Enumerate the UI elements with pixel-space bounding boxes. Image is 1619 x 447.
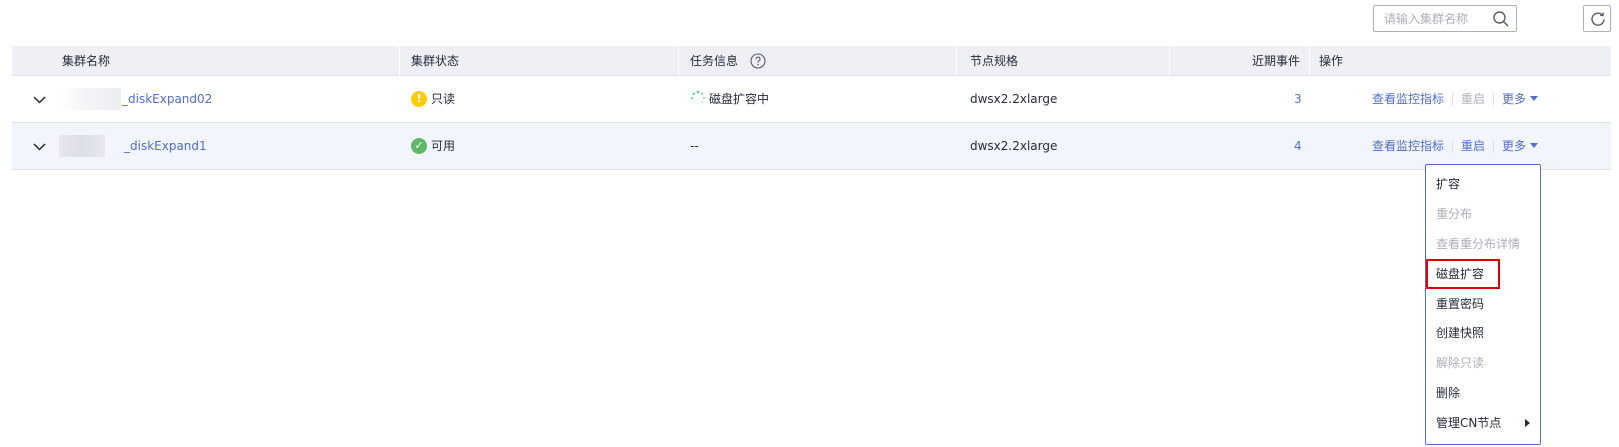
menu-item-delete[interactable]: 删除 (1426, 378, 1540, 408)
menu-item-redistribute[interactable]: 重分布 (1426, 199, 1540, 229)
spec-cell: dwsx2.2xlarge (970, 139, 1058, 153)
check-circle-icon: ✓ (411, 137, 427, 154)
task-cell: 磁盘扩容中 (690, 76, 769, 123)
refresh-icon (1591, 12, 1605, 26)
events-count-link[interactable]: 4 (1294, 123, 1302, 170)
warning-icon: ! (411, 90, 427, 107)
status-cell: ✓ 可用 (411, 123, 455, 170)
column-header-task: 任务信息 (690, 46, 766, 76)
menu-item-create-snapshot[interactable]: 创建快照 (1426, 318, 1540, 348)
search-icon[interactable] (1492, 10, 1510, 28)
table-row: _diskExpand02 ! 只读 磁盘扩容中 dwsx2.2xlarge 3 … (12, 76, 1611, 123)
task-cell: -- (690, 139, 699, 153)
column-header-status[interactable]: 集群状态 (411, 46, 459, 76)
view-monitoring-link[interactable]: 查看监控指标 (1372, 139, 1444, 153)
more-dropdown-menu: 扩容 重分布 查看重分布详情 磁盘扩容 重置密码 创建快照 解除只读 删除 管理… (1425, 164, 1541, 445)
menu-item-reset-password[interactable]: 重置密码 (1426, 289, 1540, 319)
caret-down-icon (1530, 96, 1539, 101)
menu-item-remove-readonly[interactable]: 解除只读 (1426, 348, 1540, 378)
menu-item-scale-out[interactable]: 扩容 (1426, 169, 1540, 199)
column-header-name[interactable]: 集群名称 (62, 46, 110, 76)
status-cell: ! 只读 (411, 76, 455, 123)
menu-item-manage-cn-nodes[interactable]: 管理CN节点 (1426, 408, 1540, 438)
refresh-button[interactable] (1583, 5, 1611, 32)
cluster-search-input[interactable] (1374, 6, 1494, 31)
task-label: 磁盘扩容中 (709, 92, 770, 106)
chevron-down-icon[interactable] (32, 92, 47, 107)
cluster-name-link[interactable]: _diskExpand1 (124, 123, 207, 170)
more-label: 更多 (1502, 139, 1527, 153)
restart-link[interactable]: 重启 (1461, 92, 1485, 106)
menu-item-manage-cn-nodes-label: 管理CN节点 (1436, 416, 1502, 431)
restart-link[interactable]: 重启 (1461, 139, 1485, 153)
column-header-task-label: 任务信息 (690, 54, 739, 68)
operations-cell: 查看监控指标 重启 更多 (1372, 123, 1539, 170)
table-row: _diskExpand1 ✓ 可用 -- dwsx2.2xlarge 4 查看监控… (12, 123, 1611, 170)
status-label: 可用 (431, 139, 456, 153)
search-box[interactable] (1373, 5, 1517, 32)
caret-right-icon (1525, 419, 1530, 428)
column-header-ops: 操作 (1319, 54, 1344, 68)
chevron-down-icon[interactable] (32, 139, 47, 154)
caret-down-icon (1530, 143, 1539, 148)
cluster-name-link[interactable]: _diskExpand02 (122, 76, 212, 123)
cluster-table: 集群名称 集群状态 任务信息 节点规格 近期事件 操作 _diskExpand0… (12, 46, 1611, 170)
view-monitoring-link[interactable]: 查看监控指标 (1372, 92, 1444, 106)
table-header: 集群名称 集群状态 任务信息 节点规格 近期事件 操作 (12, 46, 1611, 76)
masked-name-block (59, 88, 121, 110)
more-label: 更多 (1502, 92, 1527, 106)
help-icon[interactable] (750, 52, 766, 69)
more-dropdown-trigger[interactable]: 更多 (1502, 92, 1539, 106)
menu-item-disk-expand[interactable]: 磁盘扩容 (1426, 258, 1500, 289)
column-header-events[interactable]: 近期事件 (1252, 46, 1300, 76)
masked-name-block (59, 135, 105, 157)
loading-spinner-icon (690, 90, 706, 105)
spec-cell: dwsx2.2xlarge (970, 92, 1058, 106)
status-label: 只读 (431, 92, 456, 106)
operations-cell: 查看监控指标 重启 更多 (1372, 76, 1539, 123)
more-dropdown-trigger[interactable]: 更多 (1502, 139, 1539, 153)
column-header-spec[interactable]: 节点规格 (970, 46, 1018, 76)
events-count-link[interactable]: 3 (1294, 76, 1302, 123)
menu-item-redistribution-details[interactable]: 查看重分布详情 (1426, 229, 1540, 259)
